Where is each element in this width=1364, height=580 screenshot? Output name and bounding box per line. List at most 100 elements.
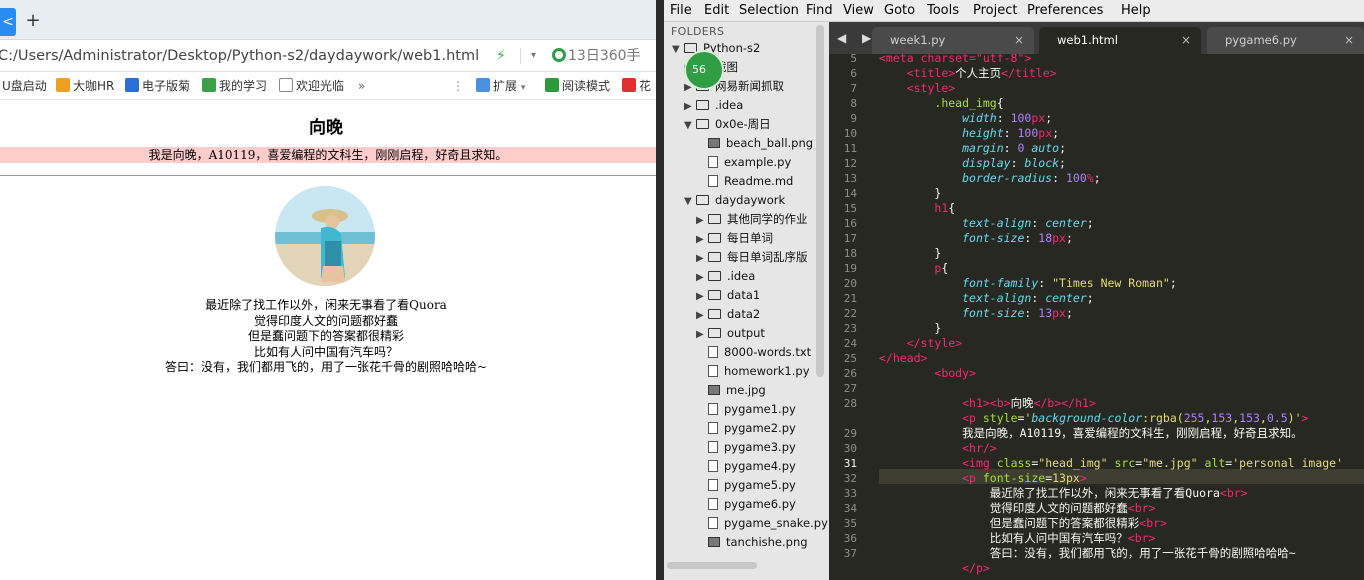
tree-folder-item[interactable]: ▼ daydaywork (684, 191, 785, 210)
tree-file-item[interactable]: pygame_snake.py (696, 514, 828, 533)
code-token: center (1045, 291, 1087, 305)
search-engine-icon[interactable] (552, 48, 566, 62)
tree-file-item[interactable]: example.py (696, 153, 791, 172)
browser-active-tab[interactable]: < (0, 8, 16, 36)
expanded-arrow-icon: ▼ (672, 44, 680, 55)
new-tab-button[interactable]: + (24, 10, 42, 32)
code-token: 最近除了找工作以外，闲来无事看了看Quora (879, 486, 1220, 500)
tree-file-item[interactable]: me.jpg (696, 381, 766, 400)
menu-item-help[interactable]: Help (1121, 3, 1151, 19)
folder-sidebar: FOLDERS ▼Python-s2▶截图▶网易新闻抓取▶.idea▼0x0e-… (664, 22, 829, 580)
tree-folder-item[interactable]: ▶ .idea (684, 96, 743, 115)
menu-item-file[interactable]: File (670, 3, 692, 19)
menu-item-find[interactable]: Find (806, 3, 833, 19)
collapsed-arrow-icon: ▶ (696, 272, 704, 283)
tree-file-item[interactable]: pygame6.py (696, 495, 796, 514)
code-line: } (879, 321, 941, 336)
editor-tab[interactable]: pygame6.py × (1207, 27, 1364, 54)
line-number: 8 (850, 97, 857, 110)
bookmark-item[interactable]: 大咖HR (56, 77, 114, 95)
speed-mode-icon[interactable]: ⚡ (496, 47, 508, 65)
close-icon[interactable]: × (1014, 27, 1024, 54)
code-token: <img (962, 456, 997, 470)
code-line: height: 100px; (879, 126, 1059, 141)
line-number-gutter: 5 6 7 8 9 10 11 12 13 14 15 16 17 18 19 20 21 22 23 24 25 26 2… (829, 52, 879, 580)
browser-tab-strip: < + (0, 0, 656, 40)
editor-tab-label: week1.py (890, 33, 946, 47)
collapsed-arrow-icon: ▶ (696, 291, 704, 302)
tree-folder-item[interactable]: ▶ data2 (696, 305, 760, 324)
menu-item-goto[interactable]: Goto (884, 3, 915, 19)
code-line: text-align: center; (879, 291, 1094, 306)
code-token: 153 (1239, 411, 1260, 425)
close-icon[interactable]: × (1344, 27, 1354, 54)
tree-folder-item[interactable]: ▶ 其他同学的作业 (696, 210, 808, 229)
sidebar-scrollbar[interactable] (816, 25, 824, 377)
editor-tab[interactable]: web1.html × (1039, 27, 1201, 54)
code-token: 比如有人问中国有汽车吗？ (879, 531, 1128, 545)
folder-icon (708, 271, 721, 281)
code-token: center (1045, 216, 1087, 230)
code-token: 255 (1183, 411, 1205, 425)
tree-file-item[interactable]: pygame3.py (696, 438, 796, 457)
bookmark-item[interactable]: 欢迎光临 (279, 77, 344, 95)
code-token: .head_img (934, 96, 997, 110)
image-file-icon (708, 138, 720, 148)
menu-bar: File Edit Selection Find View Goto Tools Projec… (664, 0, 1364, 22)
code-token: , (1259, 411, 1267, 425)
tree-file-item[interactable]: pygame1.py (696, 400, 796, 419)
reading-mode-button[interactable]: 阅读模式 (545, 77, 610, 95)
tree-file-item[interactable]: beach_ball.png (696, 134, 813, 153)
code-token: 答曰：没有，我们都用飞的，用了一张花千骨的剧照哈哈哈~ (879, 546, 1296, 560)
collapsed-arrow-icon: ▶ (696, 329, 704, 340)
close-icon[interactable]: × (1181, 27, 1191, 54)
code-line: <p style='background-color:rgba(255,153,… (879, 411, 1308, 426)
code-token: background-color (1031, 411, 1143, 425)
line-number: 37 (843, 547, 857, 560)
chevron-down-icon[interactable]: ▾ (520, 48, 536, 64)
sidebar-horizontal-scrollbar[interactable] (667, 562, 757, 569)
tree-folder-item[interactable]: ▶ data1 (696, 286, 760, 305)
code-line: width: 100px; (879, 111, 1052, 126)
code-line: font-size: 13px; (879, 306, 1073, 321)
tree-folder-item[interactable]: ▼ 0x0e-周日 (684, 115, 771, 134)
url-input[interactable]: C:/Users/Administrator/Desktop/Python-s2… (0, 45, 479, 67)
tree-file-item[interactable]: pygame4.py (696, 457, 796, 476)
menu-item-project[interactable]: Project (973, 3, 1017, 19)
tree-folder-item[interactable]: ▶ 每日单词乱序版 (696, 248, 808, 267)
bookmarks-overflow-button[interactable]: » (358, 77, 365, 95)
tree-file-item[interactable]: pygame2.py (696, 419, 796, 438)
code-area[interactable]: <meta charset="utf-8"> <title>个人主页</titl… (879, 54, 1364, 580)
bookmark-item[interactable]: U盘启动 (2, 77, 47, 95)
menu-item-preferences[interactable]: Preferences (1027, 3, 1103, 19)
editor-tab[interactable]: week1.py × (872, 27, 1034, 54)
tree-item-label: 0x0e-周日 (715, 117, 771, 131)
tree-folder-item[interactable]: ▶ .idea (696, 267, 755, 286)
tree-file-item[interactable]: homework1.py (696, 362, 810, 381)
code-line: h1{ (879, 201, 955, 216)
tree-item-label: 每日单词乱序版 (727, 250, 808, 264)
bookmark-item[interactable]: 花 (622, 77, 651, 95)
tree-file-item[interactable]: 8000-words.txt (696, 343, 811, 362)
file-icon (708, 156, 718, 168)
menu-item-tools[interactable]: Tools (927, 3, 959, 19)
file-icon (708, 498, 718, 510)
bookmark-label: 电子版菊 (142, 79, 191, 93)
search-input[interactable]: 13日360手 (568, 45, 641, 67)
bookmark-item[interactable]: 我的学习 (202, 77, 267, 95)
tree-file-item[interactable]: pygame5.py (696, 476, 796, 495)
menu-item-edit[interactable]: Edit (704, 3, 729, 19)
tree-folder-item[interactable]: ▶ output (696, 324, 765, 343)
bookmark-item[interactable]: 电子版菊 (125, 77, 190, 95)
more-vert-icon[interactable]: ⋮ (452, 77, 464, 95)
menu-item-view[interactable]: View (843, 3, 874, 19)
line-number: 19 (843, 262, 857, 275)
menu-item-selection[interactable]: Selection (739, 3, 799, 19)
tree-folder-item[interactable]: ▶ 每日单词 (696, 229, 773, 248)
extensions-button[interactable]: 扩展 ▾ (476, 77, 525, 95)
tree-item-label: Readme.md (724, 174, 794, 188)
tree-file-item[interactable]: Readme.md (696, 172, 793, 191)
